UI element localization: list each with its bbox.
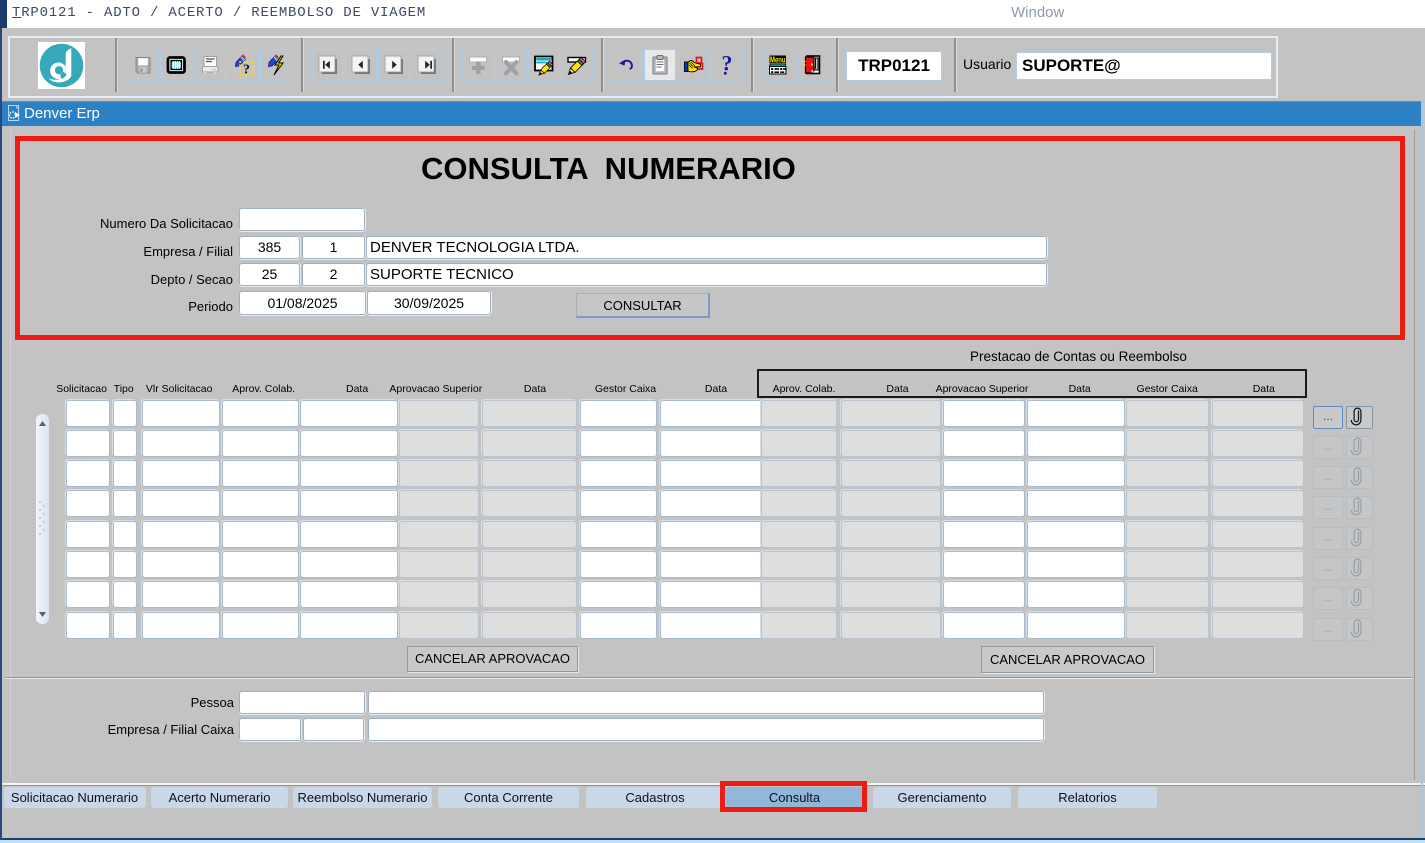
svg-text:?: ? — [722, 54, 733, 76]
svg-text:Menu: Menu — [770, 55, 786, 64]
svg-text:?: ? — [243, 63, 250, 77]
